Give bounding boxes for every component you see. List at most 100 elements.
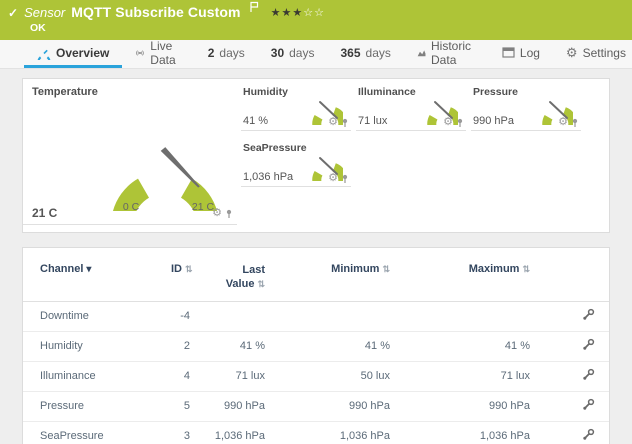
priority-star-rating[interactable]: ★★★☆☆ (271, 6, 325, 19)
gear-icon[interactable]: ⚙ (328, 173, 338, 184)
tab-label: days (289, 46, 314, 60)
stars-empty: ☆☆ (303, 7, 325, 19)
channel-minimum (273, 301, 398, 331)
gauge-temperature: Temperature 0 C 21 C 21 C ⚙ (23, 79, 237, 225)
sort-icon: ⇅ (522, 264, 530, 274)
tab-historic-data[interactable]: Historic Data (404, 40, 489, 68)
channel-maximum (398, 301, 538, 331)
tab-log[interactable]: Log (489, 40, 553, 68)
chart-icon (417, 47, 426, 59)
wrench-icon[interactable] (582, 368, 595, 381)
channels-table-panel: Channel▾ ID⇅ Last Value⇅ Minimum⇅ Maximu… (22, 247, 610, 444)
channel-maximum: 1,036 hPa (398, 421, 538, 444)
channel-minimum: 41 % (273, 331, 398, 361)
gear-icon[interactable]: ⚙ (558, 117, 568, 128)
sensor-header-bar: ✓ Sensor MQTT Subscribe Custom ★★★☆☆ OK (0, 0, 632, 40)
status-badge: OK (30, 22, 46, 34)
status-check-icon: ✓ (8, 6, 18, 20)
column-header-channel[interactable]: Channel▾ (23, 248, 163, 301)
gauges-panel: Temperature 0 C 21 C 21 C ⚙ Humidity (22, 78, 610, 233)
column-header-last-value[interactable]: Last Value⇅ (198, 248, 273, 301)
temperature-gauge-dial (105, 91, 225, 211)
channel-minimum: 50 lux (273, 361, 398, 391)
gauge-current-value: 41 % (243, 115, 268, 127)
table-row-seapressure: SeaPressure 3 1,036 hPa 1,036 hPa 1,036 … (23, 421, 609, 444)
log-table-icon (502, 47, 515, 58)
pin-icon[interactable] (341, 174, 349, 184)
gear-icon: ⚙ (566, 46, 578, 59)
pin-icon[interactable] (456, 118, 464, 128)
column-label: ID (171, 263, 182, 275)
wrench-icon[interactable] (582, 338, 595, 351)
channel-name: Pressure (23, 391, 163, 421)
tab-2-days[interactable]: 2 days (195, 40, 258, 68)
channel-last-value (198, 301, 273, 331)
tab-label: Log (520, 46, 540, 60)
tab-bar: Overview Live Data 2 days 30 days 365 da… (0, 40, 632, 69)
column-header-maximum[interactable]: Maximum⇅ (398, 248, 538, 301)
gauge-title: Temperature (32, 86, 98, 98)
tab-settings[interactable]: ⚙ Settings (553, 40, 632, 68)
pin-icon[interactable] (341, 118, 349, 128)
channel-name: Downtime (23, 301, 163, 331)
channels-table: Channel▾ ID⇅ Last Value⇅ Minimum⇅ Maximu… (23, 248, 609, 444)
column-label: Channel (40, 263, 83, 275)
table-header-row: Channel▾ ID⇅ Last Value⇅ Minimum⇅ Maximu… (23, 248, 609, 301)
pin-icon[interactable] (571, 118, 579, 128)
sort-icon: ⇅ (257, 279, 265, 289)
channel-id: 4 (163, 361, 198, 391)
table-row-downtime: Downtime -4 (23, 301, 609, 331)
gauge-scale-min: 0 C (111, 201, 151, 213)
wrench-icon[interactable] (582, 398, 595, 411)
gauge-title: Illuminance (358, 86, 416, 98)
gear-icon[interactable]: ⚙ (212, 208, 222, 219)
table-row-pressure: Pressure 5 990 hPa 990 hPa 990 hPa (23, 391, 609, 421)
tab-overview[interactable]: Overview (24, 40, 122, 68)
small-gauges-grid: Humidity 41 % ⚙ Illuminance (241, 84, 586, 187)
pin-icon[interactable] (225, 209, 233, 219)
channel-id: 3 (163, 421, 198, 444)
tab-365-days[interactable]: 365 days (327, 40, 403, 68)
tab-number: 365 (340, 46, 360, 60)
column-header-actions (538, 248, 609, 301)
gauge-title: Humidity (243, 86, 288, 98)
tab-live-data[interactable]: Live Data (122, 40, 194, 68)
gauge-title: SeaPressure (243, 142, 307, 154)
tab-label: Overview (56, 46, 109, 60)
channel-maximum: 41 % (398, 331, 538, 361)
channel-last-value: 41 % (198, 331, 273, 361)
flag-icon[interactable] (249, 0, 259, 18)
tab-label: Settings (583, 46, 626, 60)
channel-maximum: 990 hPa (398, 391, 538, 421)
channel-minimum: 990 hPa (273, 391, 398, 421)
wrench-icon[interactable] (582, 308, 595, 321)
tab-30-days[interactable]: 30 days (258, 40, 328, 68)
gauge-seapressure: SeaPressure 1,036 hPa ⚙ (241, 140, 351, 187)
tab-label: Live Data (150, 39, 181, 67)
tab-label: days (366, 46, 391, 60)
column-header-minimum[interactable]: Minimum⇅ (273, 248, 398, 301)
gauge-icon (37, 46, 51, 60)
gauge-title: Pressure (473, 86, 518, 98)
sort-icon: ⇅ (382, 264, 390, 274)
gauge-current-value: 1,036 hPa (243, 171, 293, 183)
tab-label: days (219, 46, 244, 60)
channel-name: Humidity (23, 331, 163, 361)
gauge-humidity: Humidity 41 % ⚙ (241, 84, 351, 131)
table-row-humidity: Humidity 2 41 % 41 % 41 % (23, 331, 609, 361)
column-header-id[interactable]: ID⇅ (163, 248, 198, 301)
channel-minimum: 1,036 hPa (273, 421, 398, 444)
gear-icon[interactable]: ⚙ (328, 117, 338, 128)
channel-id: -4 (163, 301, 198, 331)
gear-icon[interactable]: ⚙ (443, 117, 453, 128)
gauge-current-value: 71 lux (358, 115, 387, 127)
gauge-current-value: 21 C (32, 206, 57, 220)
wrench-icon[interactable] (582, 428, 595, 441)
channel-maximum: 71 lux (398, 361, 538, 391)
sort-icon: ⇅ (185, 264, 193, 274)
tab-number: 30 (271, 46, 284, 60)
sort-desc-icon: ▾ (86, 264, 91, 275)
sensor-kind-label: Sensor (24, 5, 65, 20)
stars-filled: ★★★ (271, 7, 304, 19)
channel-name: Illuminance (23, 361, 163, 391)
